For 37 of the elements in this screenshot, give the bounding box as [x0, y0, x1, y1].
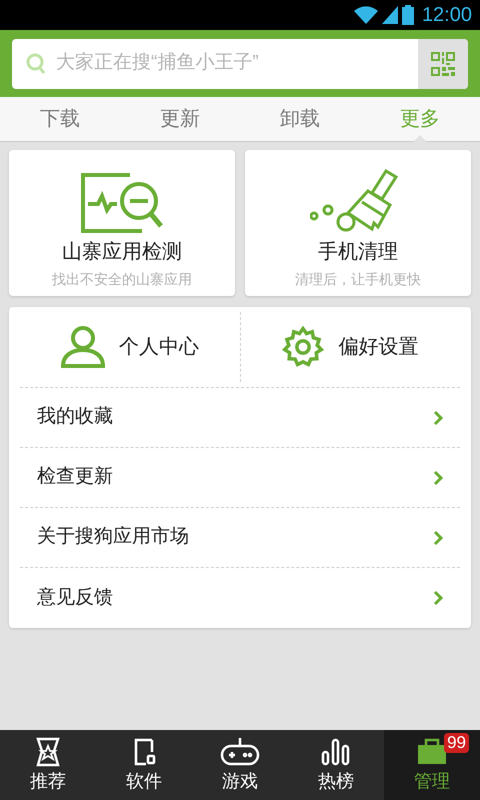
nav-tab[interactable]: 游戏: [192, 730, 288, 800]
card-subtitle: 找出不安全的山寨应用: [52, 270, 192, 289]
search-field[interactable]: 大家正在搜“捕鱼小王子”: [12, 38, 468, 88]
wifi-icon: [354, 6, 378, 24]
battery-icon: [402, 5, 414, 25]
count-badge: 99: [444, 733, 469, 753]
monitor-magnifier-icon: [80, 172, 164, 234]
qr-scan-button[interactable]: [418, 38, 468, 88]
tab[interactable]: 卸载: [240, 97, 360, 141]
card-title: 手机清理: [318, 240, 398, 265]
card-subtitle: 清理后，让手机更快: [295, 270, 421, 289]
menu-item[interactable]: 我的收藏: [20, 388, 460, 448]
tab[interactable]: 下载: [0, 97, 120, 141]
card-title: 山寨应用检测: [62, 240, 182, 265]
search-icon: [26, 52, 46, 74]
nav-tab[interactable]: 推荐: [0, 730, 96, 800]
qr-code-icon: [431, 52, 455, 76]
chevron-right-icon: [433, 590, 443, 606]
user-icon: [60, 326, 105, 368]
tab[interactable]: 更新: [120, 97, 240, 141]
chevron-right-icon: [433, 410, 443, 426]
clock: 12:00: [422, 3, 472, 28]
feature-card[interactable]: 山寨应用检测 找出不安全的山寨应用: [9, 150, 235, 296]
nav-tab[interactable]: 管理 99: [384, 730, 480, 800]
menu-item[interactable]: 检查更新: [20, 448, 460, 508]
chevron-right-icon: [433, 530, 443, 546]
shortcut-button[interactable]: 偏好设置: [240, 312, 460, 382]
menu-item[interactable]: 关于搜狗应用市场: [20, 508, 460, 568]
chevron-right-icon: [433, 470, 443, 486]
nav-tab[interactable]: 热榜: [288, 730, 384, 800]
gamepad-icon: [220, 736, 260, 768]
feature-card[interactable]: 手机清理 清理后，让手机更快: [245, 150, 471, 296]
menu-item[interactable]: 意见反馈: [20, 568, 460, 628]
nav-tab[interactable]: 软件: [96, 730, 192, 800]
signal-icon: [382, 6, 398, 24]
shortcut-button[interactable]: 个人中心: [20, 312, 240, 382]
settings-icon: [282, 326, 324, 368]
